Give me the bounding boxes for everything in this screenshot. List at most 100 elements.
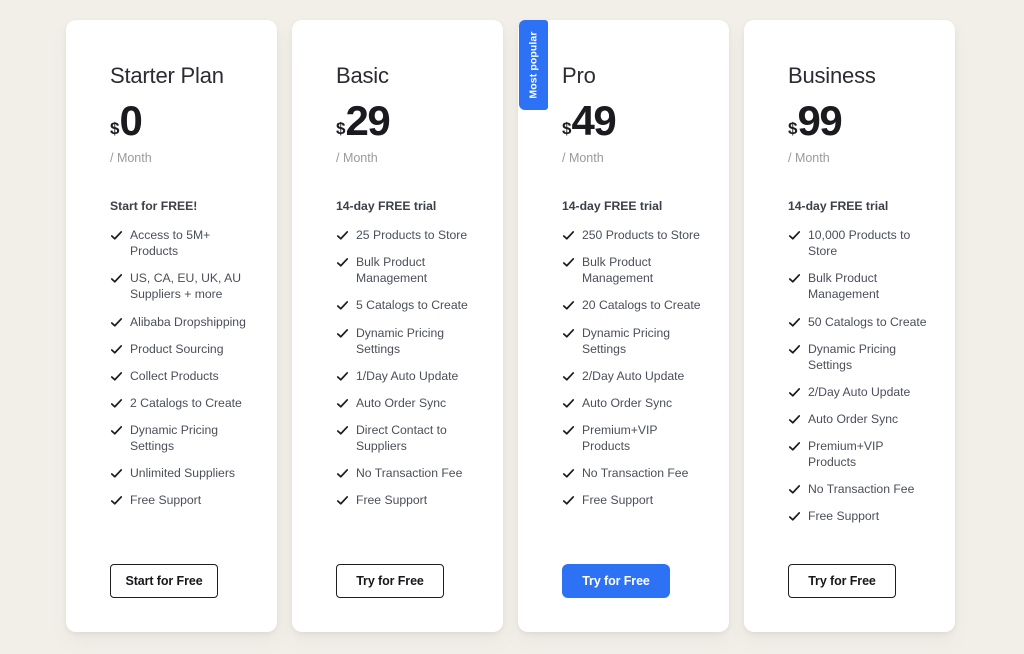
feature-item: Premium+VIP Products — [788, 438, 933, 470]
feature-label: Auto Order Sync — [582, 395, 673, 410]
feature-item: Premium+VIP Products — [562, 422, 707, 454]
plan-trial-note: 14-day FREE trial — [788, 199, 889, 214]
pricing-table: Starter Plan $0 / Month Start for FREE! Acce… — [0, 0, 1024, 654]
feature-list: 10,000 Products to Store Bulk Product Man… — [788, 227, 933, 535]
feature-label: 20 Catalogs to Create — [582, 298, 701, 313]
plan-cta-button[interactable]: Try for Free — [336, 564, 444, 598]
feature-item: Bulk Product Management — [788, 270, 933, 302]
feature-item: Direct Contact to Suppliers — [336, 422, 481, 454]
check-icon — [336, 256, 349, 269]
plan-name: Starter Plan — [110, 63, 224, 88]
plan-trial-note: 14-day FREE trial — [562, 199, 663, 214]
price-amount: 49 — [571, 97, 616, 145]
plan-cta-button[interactable]: Try for Free — [562, 564, 670, 598]
feature-label: Direct Contact to Suppliers — [356, 422, 447, 454]
feature-item: 50 Catalogs to Create — [788, 314, 933, 330]
feature-item: 1/Day Auto Update — [336, 368, 481, 384]
feature-item: Bulk Product Management — [562, 254, 707, 286]
check-icon — [336, 229, 349, 242]
feature-label: Product Sourcing — [130, 341, 224, 356]
plan-trial-note: 14-day FREE trial — [336, 199, 437, 214]
feature-item: 10,000 Products to Store — [788, 227, 933, 259]
cta-area: Try for Free — [540, 564, 707, 632]
feature-label: Free Support — [582, 493, 654, 508]
check-icon — [788, 272, 801, 285]
feature-label: 10,000 Products to Store — [808, 228, 911, 259]
feature-item: Dynamic Pricing Settings — [110, 422, 255, 454]
feature-label: Auto Order Sync — [808, 411, 899, 426]
plan-cta-button[interactable]: Try for Free — [788, 564, 896, 598]
price-period: / Month — [562, 151, 604, 166]
feature-label: Access to 5M+ Products — [130, 228, 211, 259]
check-icon — [562, 327, 575, 340]
feature-item: Access to 5M+ Products — [110, 227, 255, 259]
check-icon — [788, 510, 801, 523]
feature-item: 2 Catalogs to Create — [110, 395, 255, 411]
feature-item: No Transaction Fee — [788, 481, 933, 497]
feature-label: 2/Day Auto Update — [808, 384, 911, 399]
plan-card: Basic $29 / Month 14-day FREE trial 25 Produ… — [292, 20, 503, 632]
plan-price: $29 — [336, 100, 481, 142]
feature-item: Collect Products — [110, 368, 255, 384]
feature-list: Access to 5M+ Products US, CA, EU, UK, AU… — [110, 227, 255, 519]
feature-label: Collect Products — [130, 368, 219, 383]
feature-label: Dynamic Pricing Settings — [130, 422, 219, 454]
plan-cta-button[interactable]: Start for Free — [110, 564, 218, 598]
cta-area: Try for Free — [766, 564, 933, 632]
price-currency: $ — [788, 119, 798, 139]
feature-list: 250 Products to Store Bulk Product Manage… — [562, 227, 707, 519]
feature-item: 5 Catalogs to Create — [336, 297, 481, 313]
feature-label: Premium+VIP Products — [582, 422, 658, 454]
feature-label: Free Support — [130, 493, 202, 508]
check-icon — [562, 424, 575, 437]
feature-label: Bulk Product Management — [808, 271, 880, 302]
check-icon — [336, 397, 349, 410]
check-icon — [788, 343, 801, 356]
feature-label: 25 Products to Store — [356, 228, 468, 243]
check-icon — [788, 413, 801, 426]
check-icon — [336, 467, 349, 480]
check-icon — [110, 370, 123, 383]
feature-label: Bulk Product Management — [356, 255, 428, 286]
feature-item: Auto Order Sync — [336, 395, 481, 411]
most-popular-badge: Most popular — [519, 20, 548, 110]
cta-area: Start for Free — [88, 564, 255, 632]
plan-name: Business — [788, 63, 876, 88]
feature-label: Free Support — [356, 493, 428, 508]
feature-item: Dynamic Pricing Settings — [336, 325, 481, 357]
feature-label: 250 Products to Store — [582, 228, 700, 243]
feature-label: Dynamic Pricing Settings — [356, 325, 445, 356]
plan-name: Basic — [336, 63, 389, 88]
feature-item: Free Support — [562, 492, 707, 508]
price-currency: $ — [336, 119, 346, 139]
check-icon — [336, 370, 349, 383]
price-period: / Month — [110, 151, 152, 166]
feature-item: Product Sourcing — [110, 341, 255, 357]
check-icon — [336, 299, 349, 312]
plan-price: $99 — [788, 100, 933, 142]
feature-item: Bulk Product Management — [336, 254, 481, 286]
most-popular-badge-label: Most popular — [527, 31, 540, 99]
check-icon — [110, 343, 123, 356]
feature-item: Auto Order Sync — [788, 411, 933, 427]
check-icon — [336, 494, 349, 507]
plan-card: Most popular Pro $49 / Month 14-day FREE tri… — [518, 20, 729, 632]
feature-label: No Transaction Fee — [808, 482, 915, 497]
feature-item: Free Support — [336, 492, 481, 508]
cta-area: Try for Free — [314, 564, 481, 632]
feature-item: Dynamic Pricing Settings — [788, 341, 933, 373]
price-currency: $ — [562, 119, 572, 139]
check-icon — [562, 256, 575, 269]
feature-label: Dynamic Pricing Settings — [808, 341, 897, 372]
feature-item: Free Support — [788, 508, 933, 524]
feature-list: 25 Products to Store Bulk Product Managem… — [336, 227, 481, 519]
feature-item: 20 Catalogs to Create — [562, 297, 707, 313]
feature-item: Free Support — [110, 492, 255, 508]
check-icon — [110, 467, 123, 480]
check-icon — [336, 424, 349, 437]
feature-item: Auto Order Sync — [562, 395, 707, 411]
feature-label: 2/Day Auto Update — [582, 368, 685, 383]
feature-label: Unlimited Suppliers — [130, 466, 235, 481]
price-currency: $ — [110, 119, 120, 139]
feature-item: 25 Products to Store — [336, 227, 481, 243]
